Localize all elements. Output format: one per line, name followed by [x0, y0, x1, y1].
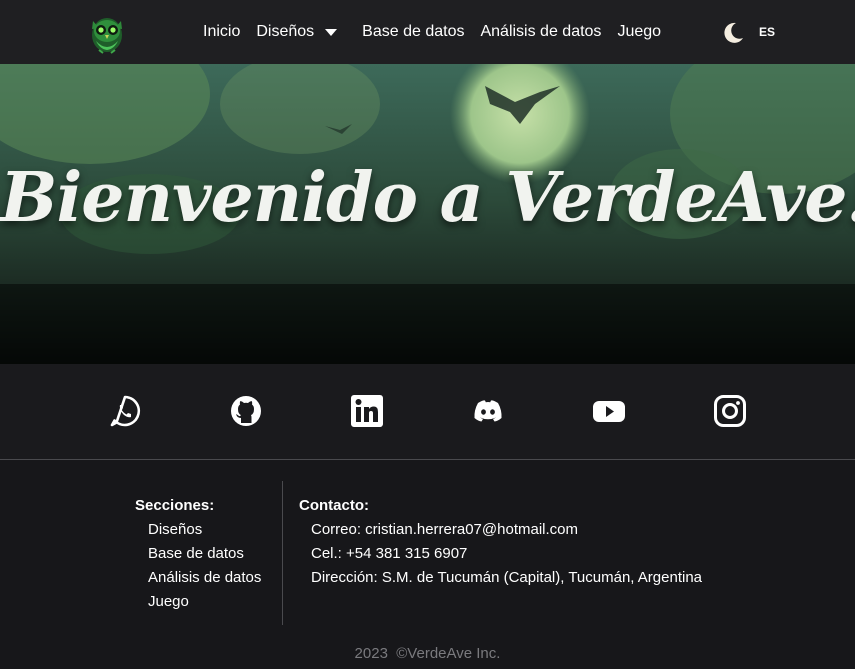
- social-bar: [0, 364, 855, 460]
- sections-title: Secciones:: [135, 497, 215, 514]
- linkedin-icon[interactable]: [350, 394, 384, 428]
- owl-logo-icon[interactable]: [84, 9, 130, 55]
- navbar: Inicio Diseños Base de datos Análisis de…: [0, 0, 855, 64]
- nav-analisis-de-datos[interactable]: Análisis de datos: [480, 23, 601, 41]
- footer: Secciones: Diseños Base de datos Análisi…: [0, 461, 855, 669]
- hero-title: Bienvenido a VerdeAve!: [0, 158, 855, 238]
- youtube-icon[interactable]: [592, 394, 626, 428]
- contact-address: Dirección: S.M. de Tucumán (Capital), Tu…: [311, 569, 703, 586]
- whatsapp-icon[interactable]: [108, 394, 142, 428]
- contact-email: Correo: cristian.herrera07@hotmail.com: [311, 521, 578, 538]
- contact-title: Contacto:: [299, 497, 369, 514]
- nav-inicio[interactable]: Inicio: [203, 23, 240, 41]
- footer-link-juego[interactable]: Juego: [148, 593, 189, 610]
- footer-link-analisis-de-datos[interactable]: Análisis de datos: [148, 569, 261, 586]
- nav-base-de-datos[interactable]: Base de datos: [362, 23, 464, 41]
- nav-disenos-label: Diseños: [256, 23, 315, 40]
- contact-phone: Cel.: +54 381 315 6907: [311, 545, 468, 562]
- footer-link-disenos[interactable]: Diseños: [148, 521, 202, 538]
- hero-banner: Bienvenido a VerdeAve!: [0, 64, 855, 364]
- footer-divider: [282, 481, 283, 625]
- moon-icon[interactable]: [721, 21, 745, 45]
- github-icon[interactable]: [229, 394, 263, 428]
- copyright: 2023 ©VerdeAve Inc.: [354, 645, 501, 662]
- footer-link-base-de-datos[interactable]: Base de datos: [148, 545, 244, 562]
- language-selector[interactable]: ES: [759, 25, 775, 39]
- instagram-icon[interactable]: [713, 394, 747, 428]
- nav-links: Inicio Diseños Base de datos Análisis de…: [203, 0, 661, 64]
- nav-disenos-dropdown[interactable]: Diseños: [256, 23, 346, 41]
- discord-icon[interactable]: [471, 394, 505, 428]
- caret-down-icon: [325, 28, 338, 36]
- nav-juego[interactable]: Juego: [617, 23, 661, 41]
